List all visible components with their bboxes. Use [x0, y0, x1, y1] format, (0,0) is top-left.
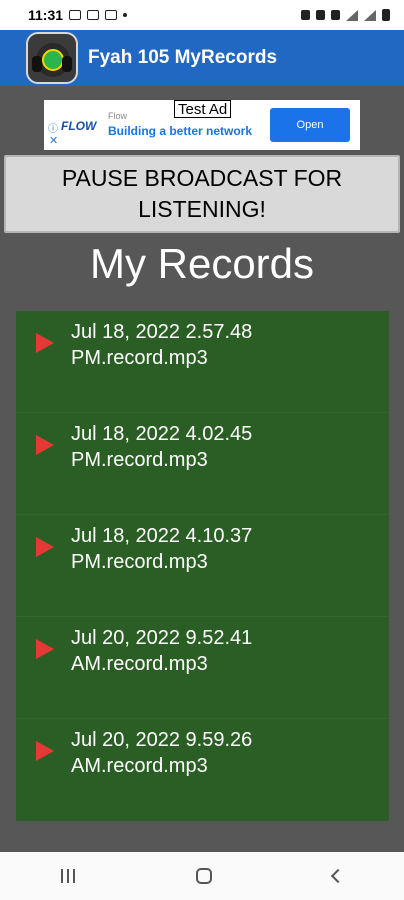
wifi-icon: [346, 9, 358, 21]
play-icon[interactable]: [36, 741, 54, 761]
lock-icon: [301, 10, 310, 20]
more-notifications-icon: [123, 13, 128, 17]
record-item[interactable]: Jul 18, 2022 2.57.48 PM.record.mp3: [16, 311, 389, 413]
record-item[interactable]: Jul 18, 2022 4.02.45 PM.record.mp3: [16, 413, 389, 515]
ad-open-button[interactable]: Open: [270, 108, 350, 142]
back-button[interactable]: [331, 868, 346, 884]
records-list: Jul 18, 2022 2.57.48 PM.record.mp3 Jul 1…: [16, 311, 389, 821]
status-time: 11:31: [28, 7, 64, 23]
ad-brand: FLOW: [61, 119, 97, 133]
home-button[interactable]: [195, 868, 212, 884]
ad-tagline[interactable]: Building a better network: [108, 124, 252, 138]
ad-sponsor: Flow: [108, 111, 128, 121]
record-item[interactable]: Jul 18, 2022 4.10.37 PM.record.mp3: [16, 515, 389, 617]
ad-test-tag: Test Ad: [174, 100, 232, 118]
battery-icon: [382, 9, 390, 21]
app-title: Fyah 105 MyRecords: [88, 47, 278, 68]
bluetooth-icon: [331, 10, 340, 20]
record-label: Jul 20, 2022 9.59.26 AM.record.mp3: [71, 729, 253, 777]
info-icon[interactable]: ⓘ: [48, 120, 58, 135]
alarm-icon: [316, 10, 325, 20]
status-bar: 11:31: [0, 0, 404, 30]
play-icon[interactable]: [36, 639, 54, 659]
calendar-icon: [87, 10, 100, 20]
play-icon[interactable]: [36, 333, 54, 353]
app-logo: [26, 32, 78, 84]
record-item[interactable]: Jul 20, 2022 9.59.26 AM.record.mp3: [16, 719, 389, 821]
page-title: My Records: [89, 240, 315, 287]
notification-icon: [69, 10, 82, 20]
play-icon[interactable]: [36, 537, 54, 557]
signal-icon: [364, 9, 376, 21]
record-item[interactable]: Jul 20, 2022 9.52.41 AM.record.mp3: [16, 617, 389, 719]
ad-banner[interactable]: ⓘ ✕ FLOW Flow Building a better network …: [44, 100, 360, 150]
close-icon[interactable]: ✕: [49, 134, 58, 147]
record-label: Jul 18, 2022 2.57.48 PM.record.mp3: [71, 321, 253, 369]
play-icon[interactable]: [36, 435, 54, 455]
system-nav-bar: [0, 852, 404, 900]
record-label: Jul 18, 2022 4.02.45 PM.record.mp3: [71, 423, 253, 471]
record-label: Jul 20, 2022 9.52.41 AM.record.mp3: [71, 627, 253, 675]
app-bar: Fyah 105 MyRecords: [0, 30, 404, 86]
pause-broadcast-button[interactable]: PAUSE BROADCAST FOR LISTENING!: [4, 155, 400, 233]
calendar-icon: [105, 10, 118, 20]
recents-button[interactable]: [60, 869, 75, 883]
record-label: Jul 18, 2022 4.10.37 PM.record.mp3: [71, 525, 253, 573]
